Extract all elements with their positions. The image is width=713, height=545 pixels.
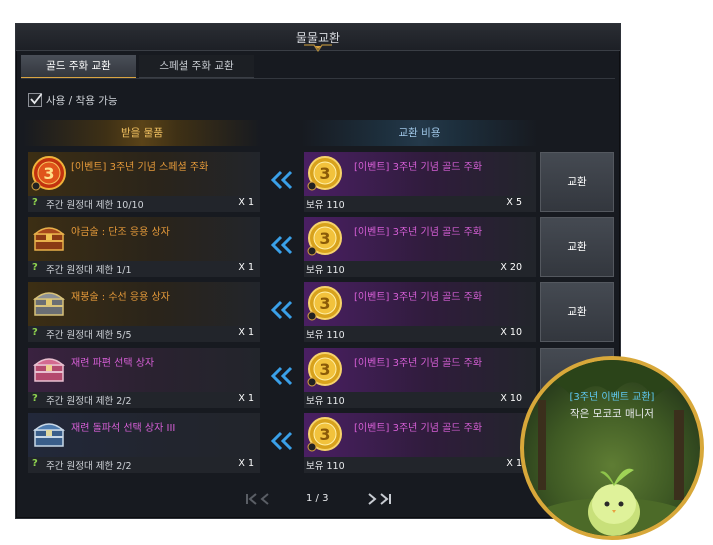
- cost-item-name: [이벤트] 3주년 기념 골드 주화: [354, 227, 483, 238]
- receive-item[interactable]: 야금술 : 단조 응용 상자 ? 주간 원정대 제한 1/1 X 1: [28, 217, 260, 277]
- help-icon[interactable]: ?: [32, 197, 38, 208]
- receive-item[interactable]: 재련 파편 선택 상자 ? 주간 원정대 제한 2/2 X 1: [28, 348, 260, 408]
- receive-column-header: 받을 물품: [23, 120, 261, 146]
- window-titlebar[interactable]: 물물교환: [16, 24, 620, 52]
- owned-count: 보유 110: [306, 396, 345, 407]
- gold-coin-icon: 3: [307, 352, 342, 387]
- exchange-row: 야금술 : 단조 응용 상자 ? 주간 원정대 제한 1/1 X 1 3 [이벤…: [16, 217, 620, 277]
- exchange-button[interactable]: 교환: [540, 282, 614, 342]
- cost-item[interactable]: 3 [이벤트] 3주년 기념 골드 주화 보유 110 X 10: [304, 282, 536, 342]
- npc-name: 작은 모코코 매니저: [570, 408, 654, 420]
- tab-divider: [21, 78, 615, 79]
- weekly-limit: 주간 원정대 제한 5/5: [46, 330, 132, 341]
- gold-coin-icon: 3: [307, 286, 342, 321]
- receive-quantity: X 1: [238, 197, 254, 208]
- weekly-limit: 주간 원정대 제한 1/1: [46, 265, 132, 276]
- tab-gold-coin-exchange[interactable]: 골드 주화 교환: [21, 55, 136, 79]
- svg-text:3: 3: [319, 360, 330, 379]
- cost-column-header: 교환 비용: [301, 120, 538, 146]
- owned-count: 보유 110: [306, 200, 345, 211]
- receive-quantity: X 1: [238, 458, 254, 469]
- receive-item-name: 재봉술 : 수선 응용 상자: [71, 292, 170, 303]
- blue-chest-icon: [32, 423, 66, 447]
- double-chevron-left-icon: [270, 366, 293, 386]
- receive-quantity: X 1: [238, 327, 254, 338]
- cost-quantity: X 1: [506, 458, 522, 469]
- cost-item-name: [이벤트] 3주년 기념 골드 주화: [354, 292, 483, 303]
- double-chevron-left-icon: [270, 170, 293, 190]
- npc-portrait: [3주년 이벤트 교환] 작은 모코코 매니저: [520, 356, 704, 540]
- owned-count: 보유 110: [306, 330, 345, 341]
- special-coin-icon: 3: [31, 156, 66, 191]
- tab-special-coin-exchange[interactable]: 스페셜 주화 교환: [139, 55, 254, 78]
- mokoko-sprout-icon: [588, 468, 640, 536]
- title-ornament-icon: [304, 44, 332, 52]
- weekly-limit: 주간 원정대 제한 2/2: [46, 396, 132, 407]
- receive-quantity: X 1: [238, 393, 254, 404]
- weekly-limit: 주간 원정대 제한 2/2: [46, 461, 132, 472]
- cost-item[interactable]: 3 [이벤트] 3주년 기념 골드 주화 보유 110 X 5: [304, 152, 536, 212]
- double-chevron-left-icon: [270, 431, 293, 451]
- page-indicator: 1 / 3: [306, 493, 329, 504]
- cost-quantity: X 5: [506, 197, 522, 208]
- treasure-chest-icon: [32, 227, 66, 251]
- help-icon[interactable]: ?: [32, 393, 38, 404]
- help-icon[interactable]: ?: [32, 327, 38, 338]
- receive-item-name: 재련 돌파석 선택 상자 III: [71, 423, 176, 434]
- exchange-button[interactable]: 교환: [540, 152, 614, 212]
- svg-text:3: 3: [319, 294, 330, 313]
- first-prev-page-icon[interactable]: [244, 493, 272, 505]
- receive-item[interactable]: 재련 돌파석 선택 상자 III ? 주간 원정대 제한 2/2 X 1: [28, 413, 260, 473]
- cost-item[interactable]: 3 [이벤트] 3주년 기념 골드 주화 보유 110 X 20: [304, 217, 536, 277]
- cost-item[interactable]: 3 [이벤트] 3주년 기념 골드 주화 보유 110 X 1: [304, 413, 536, 473]
- cost-quantity: X 10: [500, 327, 522, 338]
- double-chevron-left-icon: [270, 300, 293, 320]
- svg-text:3: 3: [319, 164, 330, 183]
- double-chevron-left-icon: [270, 235, 293, 255]
- gold-coin-icon: 3: [307, 417, 342, 452]
- pink-chest-icon: [32, 358, 66, 382]
- cost-item[interactable]: 3 [이벤트] 3주년 기념 골드 주화 보유 110 X 10: [304, 348, 536, 408]
- cost-quantity: X 10: [500, 393, 522, 404]
- silver-chest-icon: [32, 292, 66, 316]
- gold-coin-icon: 3: [307, 156, 342, 191]
- npc-tag: [3주년 이벤트 교환]: [569, 392, 655, 403]
- cost-item-name: [이벤트] 3주년 기념 골드 주화: [354, 423, 483, 434]
- owned-count: 보유 110: [306, 461, 345, 472]
- svg-text:3: 3: [319, 229, 330, 248]
- receive-item[interactable]: 3 [이벤트] 3주년 기념 스페셜 주화 ? 주간 원정대 제한 10/10 …: [28, 152, 260, 212]
- weekly-limit: 주간 원정대 제한 10/10: [46, 200, 144, 211]
- svg-text:3: 3: [319, 425, 330, 444]
- usable-filter-label: 사용 / 착용 가능: [46, 95, 118, 107]
- receive-quantity: X 1: [238, 262, 254, 273]
- cost-item-name: [이벤트] 3주년 기념 골드 주화: [354, 162, 483, 173]
- receive-item-name: 재련 파편 선택 상자: [71, 358, 155, 369]
- exchange-row: 3 [이벤트] 3주년 기념 스페셜 주화 ? 주간 원정대 제한 10/10 …: [16, 152, 620, 212]
- gold-coin-icon: 3: [307, 221, 342, 256]
- next-last-page-icon[interactable]: [365, 493, 393, 505]
- receive-item-name: 야금술 : 단조 응용 상자: [71, 227, 170, 238]
- owned-count: 보유 110: [306, 265, 345, 276]
- help-icon[interactable]: ?: [32, 262, 38, 273]
- usable-filter-checkbox[interactable]: [28, 93, 43, 107]
- exchange-button[interactable]: 교환: [540, 217, 614, 277]
- svg-text:3: 3: [43, 164, 54, 183]
- checkmark-icon: [30, 93, 43, 105]
- cost-item-name: [이벤트] 3주년 기념 골드 주화: [354, 358, 483, 369]
- cost-quantity: X 20: [500, 262, 522, 273]
- exchange-row: 재봉술 : 수선 응용 상자 ? 주간 원정대 제한 5/5 X 1 3 [이벤…: [16, 282, 620, 342]
- help-icon[interactable]: ?: [32, 458, 38, 469]
- receive-item-name: [이벤트] 3주년 기념 스페셜 주화: [71, 162, 209, 173]
- receive-item[interactable]: 재봉술 : 수선 응용 상자 ? 주간 원정대 제한 5/5 X 1: [28, 282, 260, 342]
